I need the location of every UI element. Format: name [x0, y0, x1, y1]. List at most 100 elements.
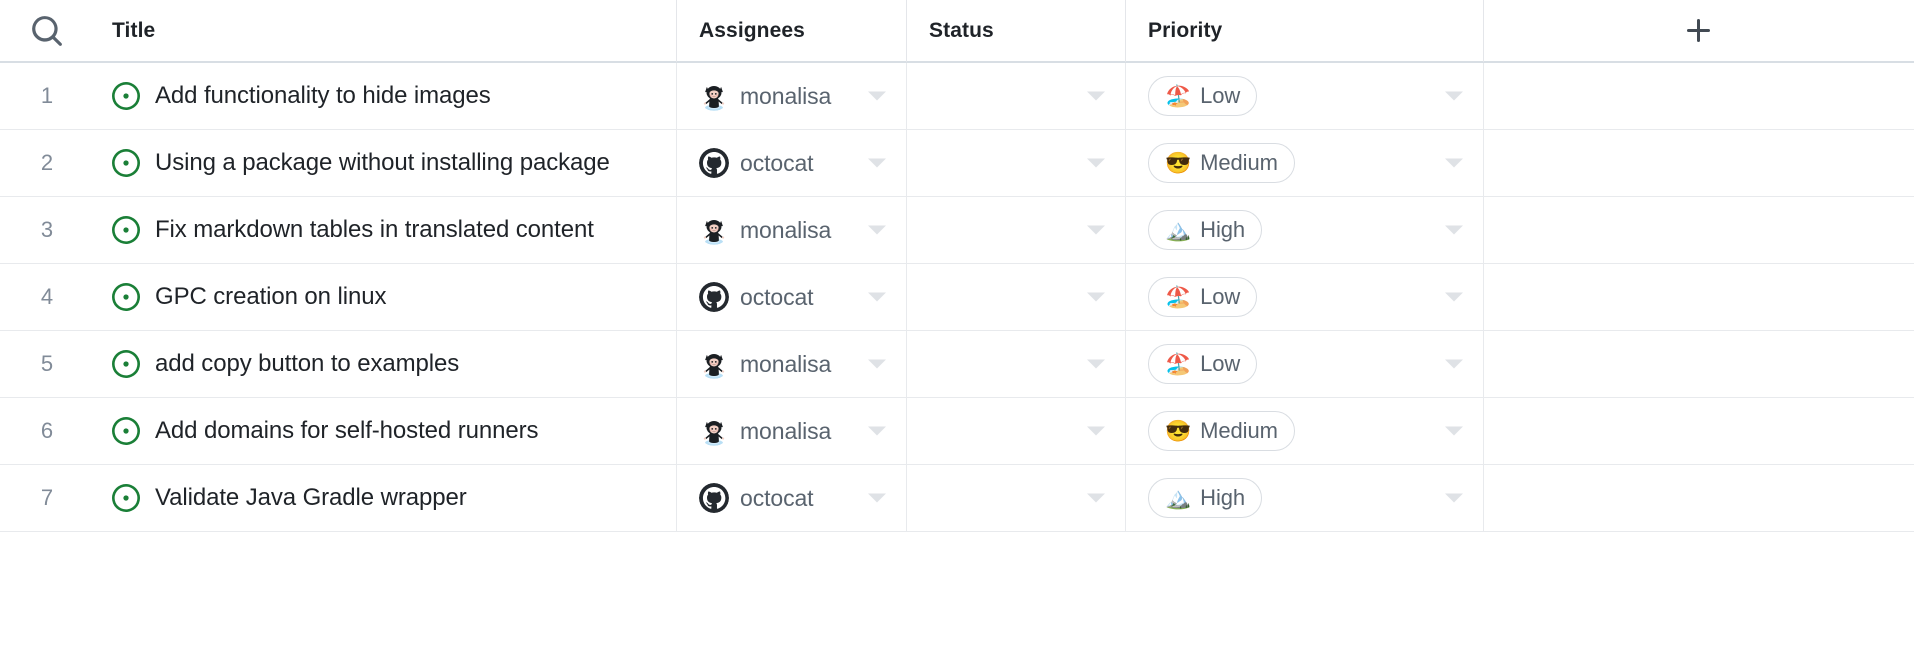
priority-dropdown-caret-icon[interactable] [1445, 91, 1463, 101]
title-wrapper: Add functionality to hide images [112, 82, 491, 110]
assignee-dropdown-caret-icon[interactable] [868, 158, 886, 168]
issue-title[interactable]: add copy button to examples [155, 350, 459, 378]
status-cell[interactable] [907, 263, 1126, 331]
assignee-name: monalisa [740, 82, 832, 109]
assignee-cell[interactable]: octocat [677, 129, 907, 197]
assignee-cell[interactable]: monalisa [677, 196, 907, 264]
column-header-status[interactable]: Status [907, 0, 1126, 62]
monalisa-avatar [699, 215, 729, 245]
title-cell[interactable]: Fix markdown tables in translated conten… [94, 196, 677, 264]
row-number-cell: 4 [0, 264, 94, 331]
status-dropdown-caret-icon[interactable] [1087, 493, 1105, 503]
title-cell[interactable]: Validate Java Gradle wrapper [94, 464, 677, 532]
project-table: Title Assignees Status Priority 1 Add fun… [0, 0, 1914, 654]
column-header-title[interactable]: Title [94, 0, 677, 62]
assignee-cell[interactable]: monalisa [677, 330, 907, 398]
status-cell[interactable] [907, 397, 1126, 465]
row-number: 5 [40, 351, 54, 376]
assignee-dropdown-caret-icon[interactable] [868, 493, 886, 503]
title-cell[interactable]: Add functionality to hide images [94, 62, 677, 130]
status-cell[interactable] [907, 196, 1126, 264]
add-column-button[interactable] [1676, 8, 1722, 54]
issue-title[interactable]: Add domains for self-hosted runners [155, 417, 538, 445]
assignee-dropdown-caret-icon[interactable] [868, 359, 886, 369]
table-row[interactable]: 7 Validate Java Gradle wrapper octocat 🏔️ H… [0, 464, 1914, 532]
issue-title[interactable]: Using a package without installing packa… [155, 149, 610, 177]
priority-dropdown-caret-icon[interactable] [1445, 493, 1463, 503]
issue-title[interactable]: GPC creation on linux [155, 283, 386, 311]
priority-cell[interactable]: 🏔️ High [1126, 196, 1484, 264]
status-cell[interactable] [907, 129, 1126, 197]
priority-cell[interactable]: 🏖️ Low [1126, 62, 1484, 130]
table-row[interactable]: 3 Fix markdown tables in translated conte… [0, 196, 1914, 264]
assignee-dropdown-caret-icon[interactable] [868, 225, 886, 235]
priority-label: Low [1200, 83, 1241, 108]
status-cell[interactable] [907, 464, 1126, 532]
priority-badge: 🏖️ Low [1148, 277, 1258, 317]
title-cell[interactable]: add copy button to examples [94, 330, 677, 398]
assignee-cell[interactable]: monalisa [677, 62, 907, 130]
table-row[interactable]: 2 Using a package without installing pack… [0, 129, 1914, 197]
status-dropdown-caret-icon[interactable] [1087, 426, 1105, 436]
assignee-cell[interactable]: octocat [677, 263, 907, 331]
status-dropdown-caret-icon[interactable] [1087, 359, 1105, 369]
issue-title[interactable]: Validate Java Gradle wrapper [155, 484, 467, 512]
title-cell[interactable]: Add domains for self-hosted runners [94, 397, 677, 465]
assignee-dropdown-caret-icon[interactable] [868, 91, 886, 101]
status-dropdown-caret-icon[interactable] [1087, 292, 1105, 302]
assignee-cell[interactable]: monalisa [677, 397, 907, 465]
title-wrapper: Fix markdown tables in translated conten… [112, 216, 594, 244]
priority-cell[interactable]: 😎 Medium [1126, 129, 1484, 197]
issue-title[interactable]: Add functionality to hide images [155, 82, 491, 110]
issue-title[interactable]: Fix markdown tables in translated conten… [155, 216, 594, 244]
empty-trailing-cell [1484, 63, 1914, 130]
assignee-cell[interactable]: octocat [677, 464, 907, 532]
assignee-name: octocat [740, 484, 814, 511]
table-row[interactable]: 6 Add domains for self-hosted runners mon… [0, 397, 1914, 465]
priority-cell[interactable]: 😎 Medium [1126, 397, 1484, 465]
status-dropdown-caret-icon[interactable] [1087, 158, 1105, 168]
issue-open-icon [112, 82, 140, 110]
row-number: 6 [40, 418, 54, 443]
column-header-priority-label: Priority [1148, 18, 1223, 42]
issue-open-icon [112, 149, 140, 177]
row-number: 2 [40, 150, 54, 175]
table-row[interactable]: 1 Add functionality to hide images monali… [0, 62, 1914, 130]
priority-badge: 🏔️ High [1148, 210, 1263, 250]
title-cell[interactable]: Using a package without installing packa… [94, 129, 677, 197]
status-cell[interactable] [907, 62, 1126, 130]
priority-label: High [1200, 485, 1246, 510]
row-number-cell: 6 [0, 398, 94, 465]
priority-dropdown-caret-icon[interactable] [1445, 225, 1463, 235]
priority-badge: 🏖️ Low [1148, 344, 1258, 384]
priority-dropdown-caret-icon[interactable] [1445, 426, 1463, 436]
priority-label: High [1200, 217, 1246, 242]
assignee-name: octocat [740, 149, 814, 176]
assignee-wrapper: monalisa [699, 349, 831, 379]
title-cell[interactable]: GPC creation on linux [94, 263, 677, 331]
priority-emoji-icon: 🏔️ [1165, 218, 1192, 242]
empty-trailing-cell [1484, 331, 1914, 398]
status-dropdown-caret-icon[interactable] [1087, 91, 1105, 101]
status-cell[interactable] [907, 330, 1126, 398]
priority-dropdown-caret-icon[interactable] [1445, 292, 1463, 302]
add-column-header-cell [1484, 0, 1914, 62]
assignee-dropdown-caret-icon[interactable] [868, 426, 886, 436]
priority-cell[interactable]: 🏖️ Low [1126, 330, 1484, 398]
search-icon[interactable] [30, 14, 64, 48]
column-header-assignees[interactable]: Assignees [677, 0, 907, 62]
assignee-dropdown-caret-icon[interactable] [868, 292, 886, 302]
table-row[interactable]: 5 add copy button to examples monalisa 🏖️ L… [0, 330, 1914, 398]
priority-cell[interactable]: 🏔️ High [1126, 464, 1484, 532]
table-row[interactable]: 4 GPC creation on linux octocat 🏖️ Low [0, 263, 1914, 331]
assignee-name: octocat [740, 283, 814, 310]
priority-label: Medium [1200, 418, 1278, 443]
search-column-header[interactable] [0, 0, 94, 62]
issue-open-icon [112, 350, 140, 378]
empty-trailing-cell [1484, 197, 1914, 264]
priority-dropdown-caret-icon[interactable] [1445, 158, 1463, 168]
priority-cell[interactable]: 🏖️ Low [1126, 263, 1484, 331]
column-header-priority[interactable]: Priority [1126, 0, 1484, 62]
status-dropdown-caret-icon[interactable] [1087, 225, 1105, 235]
priority-dropdown-caret-icon[interactable] [1445, 359, 1463, 369]
